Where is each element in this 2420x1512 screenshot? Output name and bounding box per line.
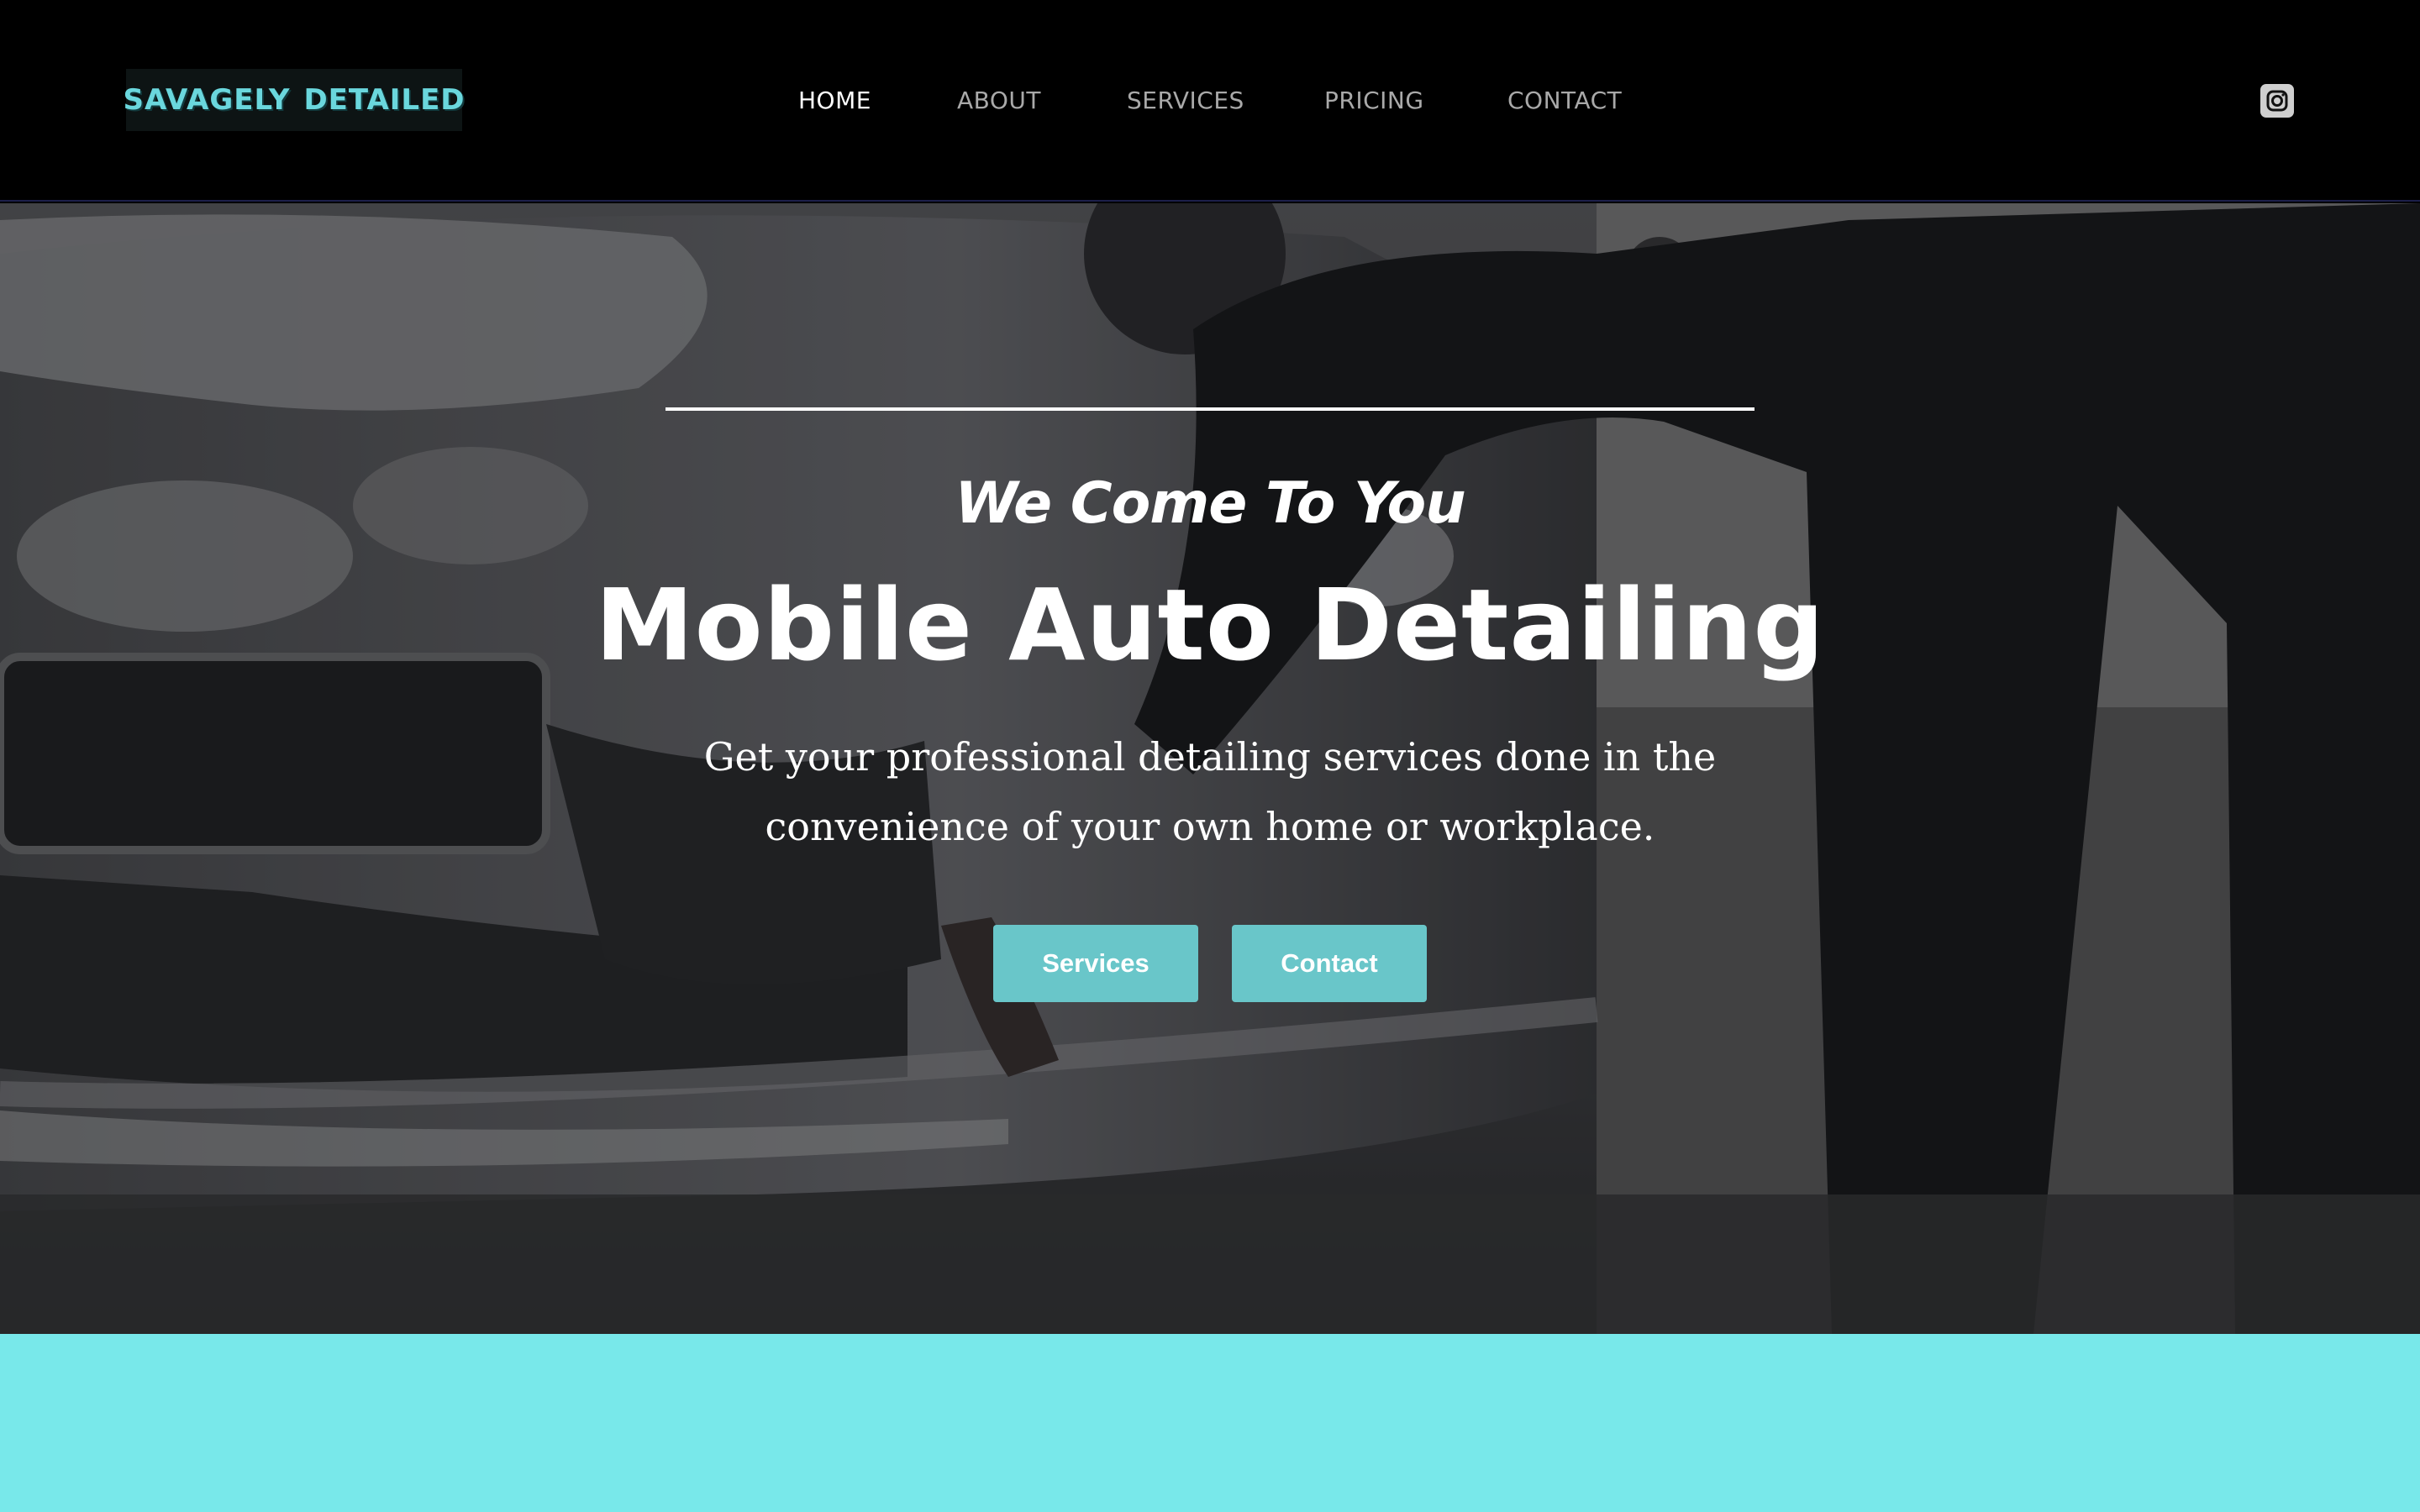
hero-headline: Mobile Auto Detailing	[595, 567, 1825, 683]
hero-section: We Come To You Mobile Auto Detailing Get…	[0, 203, 2420, 1334]
nav-item-services[interactable]: SERVICES	[1127, 82, 1244, 119]
contact-button[interactable]: Contact	[1232, 925, 1427, 1002]
hero-tagline: We Come To You	[955, 470, 1465, 537]
nav-item-contact[interactable]: CONTACT	[1507, 82, 1622, 119]
nav-item-home[interactable]: HOME	[798, 82, 871, 119]
nav-item-about[interactable]: ABOUT	[957, 82, 1041, 119]
main-nav: HOME ABOUT SERVICES PRICING CONTACT	[0, 82, 2420, 119]
nav-item-pricing[interactable]: PRICING	[1324, 82, 1424, 119]
services-button[interactable]: Services	[993, 925, 1198, 1002]
hero-subtext: Get your professional detailing services…	[703, 734, 1717, 849]
site-header: SAVAGELY DETAILED HOME ABOUT SERVICES PR…	[0, 0, 2420, 202]
instagram-icon[interactable]	[2260, 84, 2294, 118]
hero-divider	[666, 407, 1754, 411]
teal-section	[0, 1334, 2420, 1512]
